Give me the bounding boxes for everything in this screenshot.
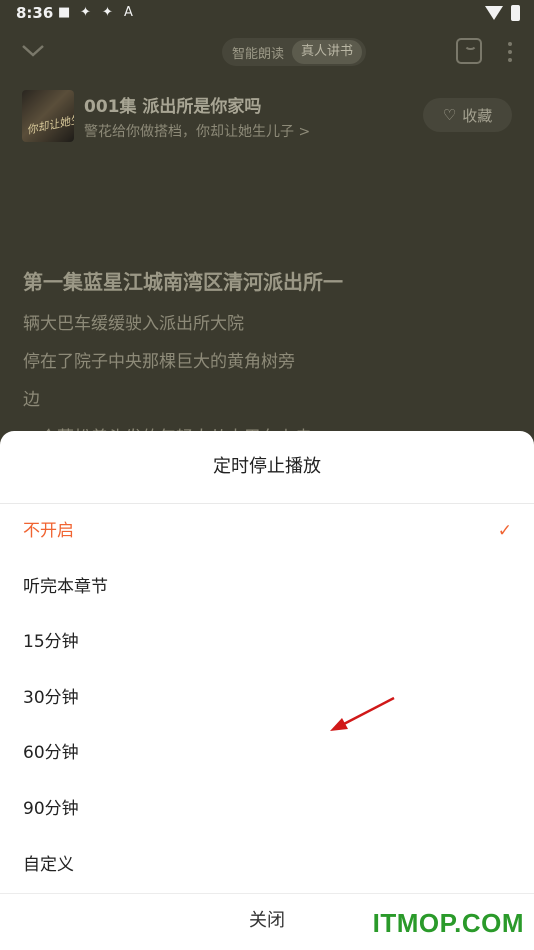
sleep-timer-sheet: 定时停止播放 不开启 ✓ 听完本章节 15分钟 30分钟 60分钟 90分钟 自… xyxy=(0,431,534,950)
more-icon[interactable] xyxy=(504,40,516,64)
tab-smart-reading[interactable]: 智能朗读 xyxy=(222,43,292,62)
option-label: 自定义 xyxy=(23,854,74,875)
wifi-icon xyxy=(485,6,503,20)
heart-icon: ♡ xyxy=(442,106,457,124)
collect-label: 收藏 xyxy=(462,106,493,125)
cover-title: 你却让她生儿子 xyxy=(25,108,74,137)
bookshelf-icon[interactable] xyxy=(456,38,482,64)
text-line: 停在了院子中央那棵巨大的黄角树旁 xyxy=(23,352,295,372)
option-90-min[interactable]: 90分钟 xyxy=(0,782,534,838)
status-bar: 8:36 ■ ✦ ✦ A xyxy=(0,0,534,28)
option-end-of-chapter[interactable]: 听完本章节 xyxy=(0,560,534,616)
chapter-lead: 第一集蓝星江城南湾区清河派出所一 xyxy=(23,270,343,294)
option-label: 不开启 xyxy=(23,521,74,541)
option-15-min[interactable]: 15分钟 xyxy=(0,615,534,671)
mode-switch: 智能朗读 真人讲书 xyxy=(222,38,366,66)
aperture-icon: ✦ xyxy=(80,5,91,20)
chevron-down-icon[interactable] xyxy=(20,38,46,62)
status-time: 8:36 xyxy=(16,4,54,22)
book-subtitle-link[interactable]: 警花给你做搭档，你却让她生儿子 > xyxy=(84,121,310,141)
square-icon: ■ xyxy=(58,5,71,20)
option-60-min[interactable]: 60分钟 xyxy=(0,726,534,782)
option-label: 60分钟 xyxy=(23,743,79,764)
option-label: 15分钟 xyxy=(23,632,79,653)
text-line: 辆大巴车缓缓驶入派出所大院 xyxy=(23,314,244,334)
tab-human-narration[interactable]: 真人讲书 xyxy=(292,40,363,64)
option-label: 90分钟 xyxy=(23,798,79,819)
sheet-title: 定时停止播放 xyxy=(0,431,534,504)
system-icons xyxy=(485,5,520,21)
book-info: 你却让她生儿子 001集 派出所是你家吗 警花给你做搭档，你却让她生儿子 > ♡… xyxy=(22,90,512,142)
player-top-bar: 智能朗读 真人讲书 xyxy=(0,30,534,74)
notification-icons: ■ ✦ ✦ A xyxy=(58,6,138,20)
text-line: 边 xyxy=(23,390,40,410)
option-label: 30分钟 xyxy=(23,687,79,708)
option-30-min[interactable]: 30分钟 xyxy=(0,671,534,727)
option-label: 听完本章节 xyxy=(23,576,108,597)
option-off[interactable]: 不开启 ✓ xyxy=(0,504,534,560)
option-custom[interactable]: 自定义 xyxy=(0,838,534,894)
aperture-icon: ✦ xyxy=(102,5,113,20)
collect-button[interactable]: ♡ 收藏 xyxy=(423,98,512,132)
a-icon: A xyxy=(124,5,133,20)
timer-options: 不开启 ✓ 听完本章节 15分钟 30分钟 60分钟 90分钟 自定义 xyxy=(0,504,534,893)
watermark-logo: ITMOP.COM xyxy=(372,908,524,938)
check-icon: ✓ xyxy=(497,521,512,541)
episode-title: 001集 派出所是你家吗 xyxy=(84,97,262,117)
book-cover[interactable]: 你却让她生儿子 xyxy=(22,90,74,142)
battery-charging-icon xyxy=(511,5,520,21)
